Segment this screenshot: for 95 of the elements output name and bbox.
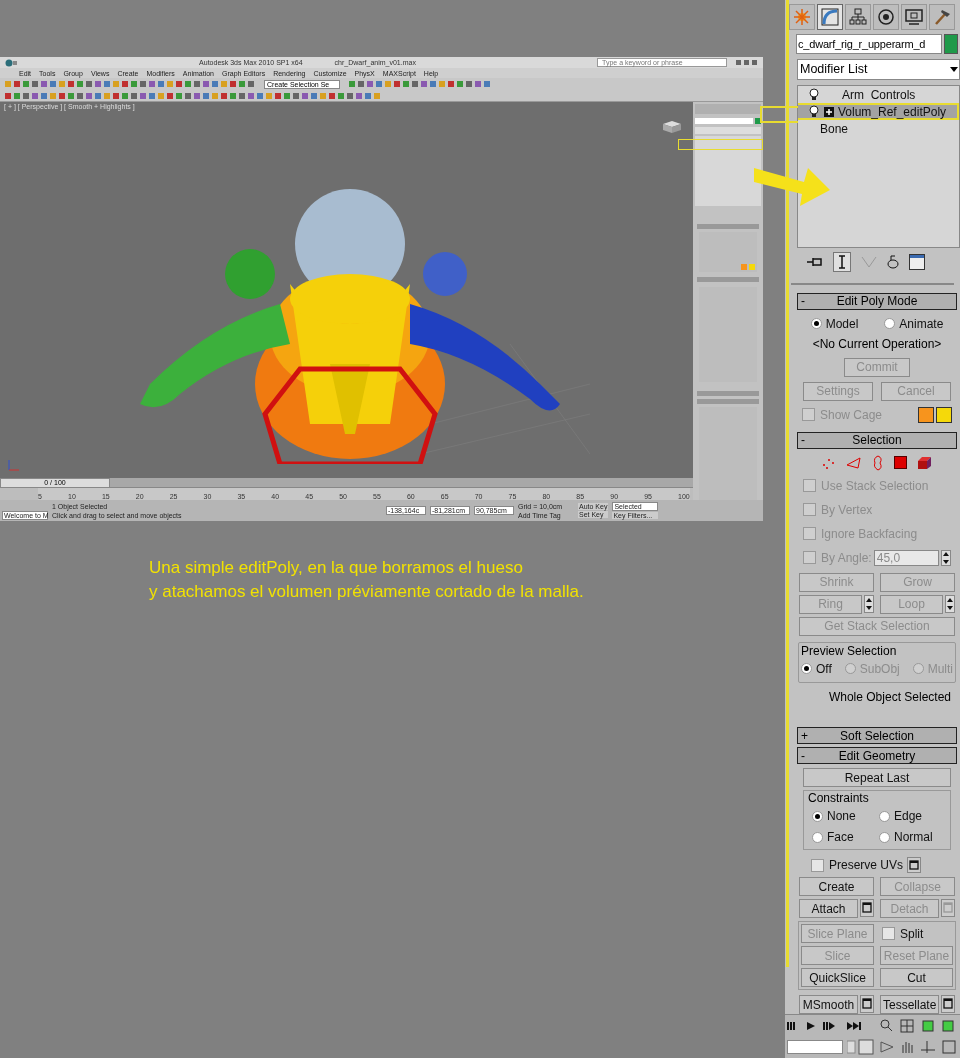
radio-button[interactable]	[812, 831, 823, 843]
spinner-icon[interactable]	[941, 549, 951, 566]
hierarchy-icon	[849, 8, 867, 27]
panel-button[interactable]: Create	[799, 877, 874, 896]
viewport-navigation-icon[interactable]	[847, 1039, 957, 1056]
panel-button[interactable]: QuickSlice	[801, 968, 874, 987]
dropdown-arrow-icon[interactable]	[950, 66, 959, 73]
checkbox[interactable]	[811, 858, 824, 872]
rollout-title: Selection	[851, 432, 903, 450]
radio-label: None	[827, 808, 856, 825]
cage-color-swatch[interactable]	[918, 406, 934, 423]
settings-icon[interactable]	[860, 899, 874, 918]
rollout-title: Edit Geometry	[837, 747, 917, 765]
modifier-list-label: Modifier List	[800, 61, 868, 79]
utilities-tab[interactable]	[929, 4, 955, 31]
radio-label: Off	[816, 660, 832, 678]
rollout-toggle-sign: -	[800, 749, 806, 762]
stack-item-label: Bone	[820, 120, 849, 138]
border-icon[interactable]	[872, 454, 884, 471]
modifier-list-dropdown[interactable]: Modifier List	[797, 59, 960, 81]
polygon-icon[interactable]	[894, 456, 907, 470]
radio-button[interactable]	[810, 318, 822, 330]
vertex-icon[interactable]	[822, 456, 836, 469]
viewport-navigation-icon[interactable]	[879, 1017, 955, 1034]
checkbox-label: Split	[900, 925, 924, 943]
modifier-stack-list[interactable]: Arm Controls Volum_Ref_editPoly Bone	[797, 85, 960, 249]
pin-icon[interactable]	[807, 255, 823, 268]
rollout-header[interactable]: - Edit Geometry	[797, 747, 957, 764]
panel-button[interactable]: Tessellate	[880, 995, 940, 1014]
panel-button[interactable]: Cut	[880, 968, 953, 987]
radio-label: Animate	[899, 315, 944, 333]
settings-icon[interactable]	[907, 857, 922, 873]
panel-button[interactable]: Attach	[799, 899, 858, 918]
frame-field[interactable]	[787, 1040, 843, 1055]
rollout-title: Soft Selection	[838, 727, 915, 745]
viewcube-icon[interactable]	[661, 120, 683, 134]
radio-label: Normal	[894, 829, 933, 846]
target-icon	[877, 8, 895, 27]
hammer-icon	[933, 8, 951, 27]
group-title: Constraints	[808, 790, 870, 807]
remove-modifier-icon[interactable]	[887, 254, 899, 269]
checkbox-label: Preserve UVs	[829, 857, 904, 874]
operation-text: <No Current Operation>	[812, 335, 942, 353]
display-tab[interactable]	[901, 4, 927, 31]
rollout-header[interactable]: + Soft Selection	[797, 727, 957, 744]
stack-item[interactable]: Arm Controls	[798, 86, 959, 104]
cage-color-swatch[interactable]	[936, 406, 952, 423]
stack-item[interactable]: Bone	[798, 120, 959, 138]
radio-label: Model	[825, 315, 859, 333]
edge-icon[interactable]	[846, 456, 862, 469]
object-name-field[interactable]: c_dwarf_rig_r_upperarm_d	[796, 34, 942, 55]
element-icon[interactable]	[917, 455, 932, 470]
stack-item-label: Arm Controls	[842, 86, 916, 104]
selection-info-text: Whole Object Selected	[828, 688, 951, 706]
show-end-result-icon[interactable]	[833, 251, 851, 272]
rollout-title: Edit Poly Mode	[835, 293, 919, 311]
light-bulb-icon[interactable]	[808, 105, 820, 119]
radio-label: Edge	[894, 808, 923, 825]
panel-button[interactable]: MSmooth	[799, 995, 858, 1014]
spinner-icon[interactable]	[945, 594, 955, 614]
spinner-icon[interactable]	[864, 594, 874, 614]
stack-item-label: Volum_Ref_editPoly	[838, 103, 947, 121]
modify-tab[interactable]	[817, 4, 843, 31]
highlight-frame	[760, 106, 798, 123]
group-title: Preview Selection	[801, 642, 898, 660]
radio-button[interactable]	[884, 318, 896, 330]
window-controls-icon[interactable]	[735, 59, 759, 66]
settings-icon[interactable]	[941, 995, 956, 1014]
panel-button[interactable]: Repeat Last	[803, 768, 951, 787]
rollout-header[interactable]: - Edit Poly Mode	[797, 292, 957, 310]
settings-icon[interactable]	[860, 995, 874, 1014]
rollout-header[interactable]: - Selection	[797, 431, 957, 449]
object-color-swatch[interactable]	[944, 34, 958, 55]
caption-line: y atachamos el volumen préviamente cortado de la malla.	[149, 581, 584, 603]
checkbox[interactable]	[882, 927, 895, 940]
motion-tab[interactable]	[873, 4, 899, 31]
sun-icon	[793, 8, 811, 27]
radio-button[interactable]	[801, 663, 812, 675]
radio-label: Face	[827, 829, 854, 846]
monitor-icon	[905, 8, 923, 27]
rollout-toggle-sign: -	[800, 434, 806, 447]
caption-line: Una simple editPoly, en la que borramos el hueso	[149, 557, 524, 579]
stack-item[interactable]: Volum_Ref_editPoly	[798, 103, 959, 121]
light-bulb-icon[interactable]	[808, 88, 820, 102]
hierarchy-tab[interactable]	[845, 4, 871, 31]
rollout-toggle-sign: -	[800, 295, 806, 308]
radio-button[interactable]	[879, 810, 890, 822]
app-logo-icon[interactable]	[4, 58, 18, 67]
axis-tripod-icon	[6, 458, 20, 472]
radio-button[interactable]	[879, 831, 890, 843]
radio-button[interactable]	[812, 810, 823, 822]
expand-icon[interactable]	[824, 106, 834, 117]
curve-icon	[821, 8, 839, 27]
configure-sets-icon[interactable]	[909, 253, 925, 270]
rollout-toggle-sign: +	[800, 729, 809, 742]
